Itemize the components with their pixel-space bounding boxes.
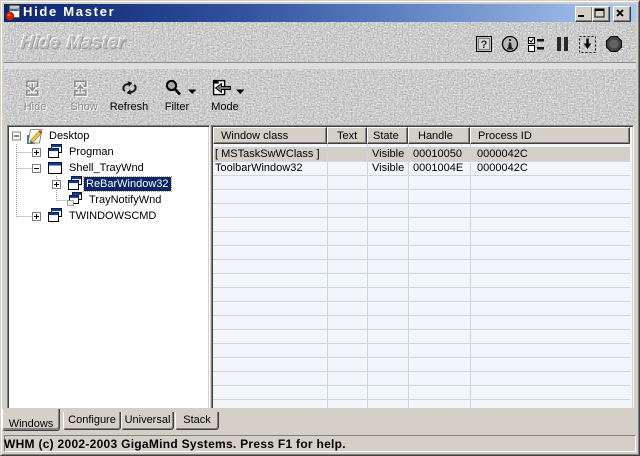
svg-text:?: ? [481, 39, 488, 51]
